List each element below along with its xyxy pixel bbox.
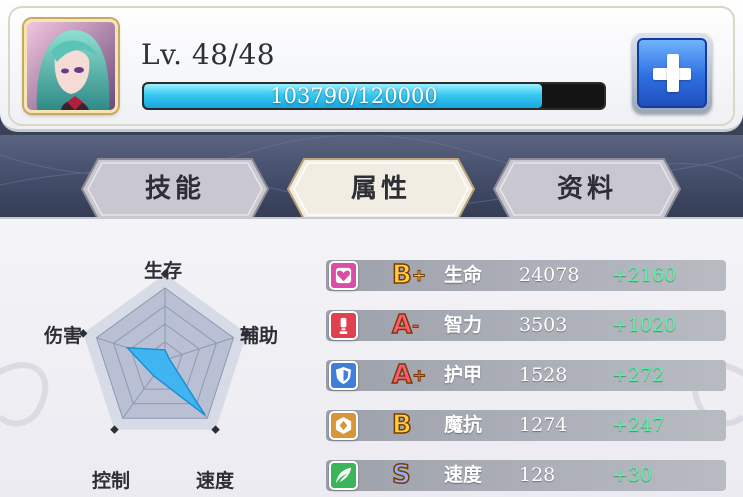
stat-name: 速度 bbox=[444, 464, 483, 486]
wing-icon bbox=[329, 461, 358, 490]
tab-profile[interactable]: 资料 bbox=[492, 157, 682, 221]
tab-profile-label: 资料 bbox=[556, 174, 617, 204]
xp-bar: 103790/120000 bbox=[142, 82, 606, 110]
portrait-art-icon bbox=[27, 22, 115, 110]
stat-row-speed: S 速度 128 +30 bbox=[326, 459, 726, 491]
stat-row-magic-resist: B 魔抗 1274 +247 bbox=[326, 409, 726, 441]
stat-value: 24078 bbox=[519, 264, 580, 286]
shield-icon bbox=[329, 361, 358, 390]
stat-value: 128 bbox=[519, 464, 556, 486]
stat-bonus: +1020 bbox=[612, 314, 677, 336]
stat-value: 1528 bbox=[519, 364, 568, 386]
stat-name: 生命 bbox=[444, 264, 483, 286]
stat-value: 1274 bbox=[519, 414, 568, 436]
stat-value: 3503 bbox=[519, 314, 568, 336]
tab-attributes-label: 属性 bbox=[350, 174, 411, 204]
tab-skills[interactable]: 技能 bbox=[80, 157, 270, 221]
plus-icon bbox=[637, 38, 707, 108]
radar-label-damage: 伤害 bbox=[44, 325, 83, 347]
level-up-button[interactable] bbox=[632, 33, 712, 113]
tab-skills-label: 技能 bbox=[144, 174, 205, 204]
stat-row-hp: B+ 生命 24078 +2160 bbox=[326, 259, 726, 291]
radar-label-speed: 速度 bbox=[196, 470, 235, 492]
stat-name: 智力 bbox=[444, 314, 483, 336]
level-text: Lv. 48/48 bbox=[141, 38, 276, 71]
radar-label-survival: 生存 bbox=[144, 260, 183, 282]
stat-name: 魔抗 bbox=[444, 414, 483, 436]
stat-bonus: +272 bbox=[612, 364, 665, 386]
hexagon-shield-icon bbox=[329, 411, 358, 440]
radar-label-support: 辅助 bbox=[240, 325, 279, 347]
exclamation-icon bbox=[329, 311, 358, 340]
character-header: Lv. 48/48 103790/120000 bbox=[0, 0, 743, 132]
heart-icon bbox=[329, 261, 358, 290]
stat-name: 护甲 bbox=[444, 364, 483, 386]
grade-badge: B+ bbox=[391, 259, 427, 291]
xp-text: 103790/120000 bbox=[270, 84, 438, 108]
grade-badge: A- bbox=[391, 309, 420, 341]
grade-badge: B bbox=[391, 409, 412, 441]
stat-row-armor: A+ 护甲 1528 +272 bbox=[326, 359, 726, 391]
grade-badge: S bbox=[391, 459, 411, 491]
stat-bonus: +247 bbox=[612, 414, 665, 436]
stat-bonus: +2160 bbox=[612, 264, 677, 286]
character-portrait[interactable] bbox=[24, 19, 118, 113]
stat-row-int: A- 智力 3503 +1020 bbox=[326, 309, 726, 341]
radar-label-control: 控制 bbox=[92, 470, 131, 492]
stat-bonus: +30 bbox=[612, 464, 653, 486]
tab-attributes[interactable]: 属性 bbox=[286, 157, 476, 221]
grade-badge: A+ bbox=[391, 359, 427, 391]
